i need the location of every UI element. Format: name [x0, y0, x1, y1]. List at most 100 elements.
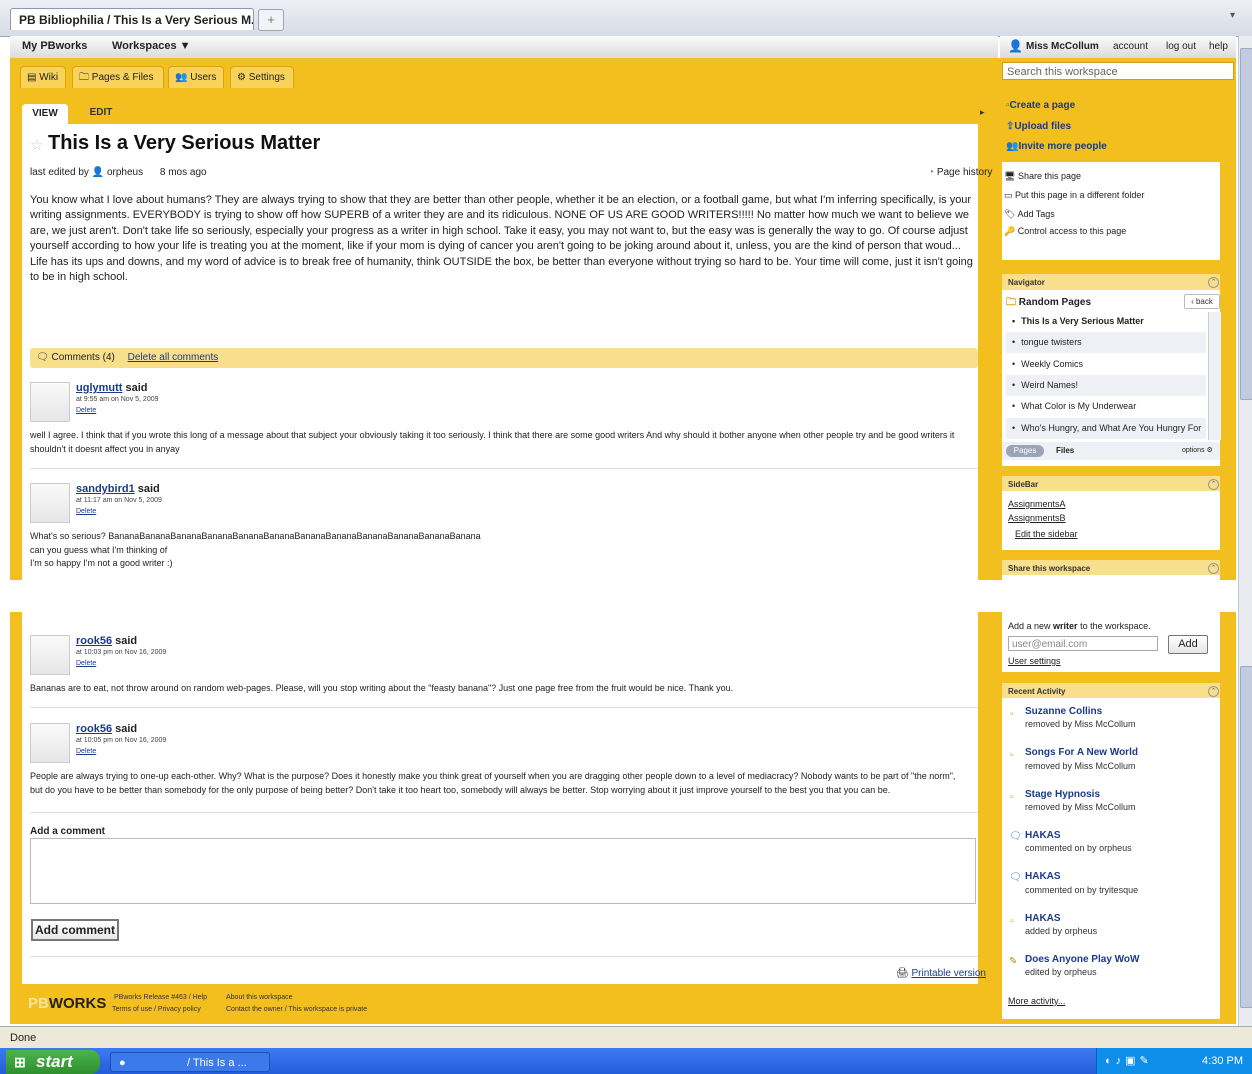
activity-title[interactable]: HAKAS — [1025, 871, 1061, 882]
collapse-icon[interactable]: ⌃ — [1208, 277, 1219, 288]
comment-text: People are always trying to one-up each-… — [30, 771, 956, 795]
recent-activity-title: Recent Activity — [1008, 687, 1066, 696]
windows-logo-icon: ⊞ — [14, 1054, 26, 1070]
footer — [10, 984, 998, 1024]
edit-sidebar-link[interactable]: Edit the sidebar — [1015, 529, 1078, 539]
about-workspace-link[interactable]: About this workspace — [226, 994, 293, 1001]
browser-tab[interactable]: PB Bibliophilia / This Is a Very Serious… — [10, 8, 254, 30]
collapse-icon[interactable]: ⌃ — [1208, 563, 1219, 574]
comment-text: What's so serious? BananaBananaBananaBan… — [30, 531, 481, 568]
comment-textarea[interactable] — [30, 838, 976, 904]
navigator-pages-toggle[interactable]: Pages — [1006, 445, 1044, 457]
printable-version-link[interactable]: 🖨 Printable version — [896, 968, 986, 979]
workspaces-dropdown[interactable]: Workspaces ▼ — [112, 40, 191, 52]
navigator-folder[interactable]: 🗀 Random Pages — [1006, 295, 1091, 312]
collapse-arrow-icon[interactable]: ▸ — [980, 107, 985, 118]
view-tab[interactable]: VIEW — [22, 104, 68, 124]
activity-detail: removed by Miss McCollum — [1025, 761, 1136, 771]
tab-list-dropdown-icon[interactable]: ▾ — [1230, 10, 1246, 28]
activity-title[interactable]: Songs For A New World — [1025, 747, 1138, 758]
pbworks-logo[interactable]: PBWORKS — [28, 995, 106, 1012]
navigator-scrollbar[interactable] — [1208, 312, 1221, 440]
tab-pages-files[interactable]: 🗀 Pages & Files — [72, 66, 164, 88]
navigator-files-toggle[interactable]: Files — [1056, 446, 1074, 455]
collapse-icon[interactable]: ⌃ — [1208, 686, 1219, 697]
comment-author: rook56 said — [76, 635, 138, 647]
start-button[interactable]: ⊞ start — [6, 1050, 100, 1074]
tray-icons[interactable]: ◐♪▣✎ — [1105, 1055, 1153, 1067]
release-help-link[interactable]: PBworks Release #463 / Help — [114, 994, 207, 1001]
workspace-search-input[interactable]: Search this workspace — [1002, 62, 1234, 80]
activity-title[interactable]: Stage Hypnosis — [1025, 789, 1100, 800]
account-link[interactable]: account — [1113, 41, 1148, 52]
terms-privacy-link[interactable]: Terms of use / Privacy policy — [112, 1006, 201, 1013]
create-page-link[interactable]: ▫Create a page — [1006, 100, 1075, 111]
navigator-item[interactable]: • This Is a Very Serious Matter — [1006, 311, 1206, 332]
star-icon[interactable]: ☆ — [30, 136, 43, 154]
activity-title[interactable]: HAKAS — [1025, 913, 1061, 924]
new-tab-button[interactable]: + — [258, 9, 284, 31]
comments-count[interactable]: Comments (4) — [51, 352, 114, 363]
firefox-icon: ● — [119, 1057, 126, 1069]
page-content — [22, 612, 978, 984]
page-scrollbar[interactable] — [1238, 36, 1252, 1026]
navigator-item[interactable]: • tongue twisters — [1006, 332, 1206, 353]
tab-wiki[interactable]: ▤ Wiki — [20, 66, 66, 88]
comment-author: rook56 said — [76, 723, 138, 735]
tab-settings[interactable]: ⚙ Settings — [230, 66, 294, 88]
activity-title[interactable]: Suzanne Collins — [1025, 706, 1102, 717]
share-workspace-title: Share this workspace — [1008, 564, 1091, 573]
clock-icon: ◔ — [928, 167, 937, 178]
sidebar-box-title: SideBar — [1008, 480, 1039, 489]
upload-files-link[interactable]: ⇪Upload files — [1006, 121, 1071, 132]
delete-comment-link[interactable]: Delete — [76, 407, 96, 414]
move-page-link[interactable]: ▭ Put this page in a different folder — [1004, 190, 1144, 201]
logout-link[interactable]: log out — [1166, 41, 1196, 52]
page-body: You know what I love about humans? They … — [30, 194, 973, 284]
navigator-item[interactable]: • What Color is My Underwear — [1006, 396, 1206, 417]
tab-users[interactable]: 👥 Users — [168, 66, 224, 88]
divider — [30, 956, 978, 957]
more-activity-link[interactable]: More activity... — [1008, 996, 1065, 1006]
comment-author: sandybird1 said — [76, 483, 160, 495]
activity-title[interactable]: Does Anyone Play WoW — [1025, 954, 1139, 965]
collapse-icon[interactable]: ⌃ — [1208, 479, 1219, 490]
navigator-options[interactable]: options ⚙ — [1182, 446, 1213, 454]
activity-detail: edited by orpheus — [1025, 967, 1097, 977]
scrollbar-thumb[interactable] — [1240, 48, 1252, 400]
invite-people-link[interactable]: 👥Invite more people — [1006, 141, 1107, 152]
last-editor-link[interactable]: orpheus — [107, 167, 143, 178]
user-settings-link[interactable]: User settings — [1008, 656, 1061, 666]
delete-all-comments-link[interactable]: Delete all comments — [128, 352, 219, 363]
navigator-item[interactable]: • Weekly Comics — [1006, 354, 1206, 375]
navigator-item[interactable]: • Weird Names! — [1006, 375, 1206, 396]
add-comment-button[interactable]: Add comment — [31, 919, 119, 941]
delete-comment-link[interactable]: Delete — [76, 748, 96, 755]
activity-title[interactable]: HAKAS — [1025, 830, 1061, 841]
page-meta: last edited by 👤 orpheus 8 mos ago — [30, 167, 207, 178]
divider — [30, 468, 978, 469]
navigator-item[interactable]: • Who's Hungry, and What Are You Hungry F… — [1006, 418, 1206, 439]
my-pbworks-link[interactable]: My PBworks — [22, 40, 87, 52]
share-page-link[interactable]: 🖥 Share this page — [1004, 171, 1081, 182]
avatar — [30, 483, 70, 523]
navigator-back-button[interactable]: ‹ back — [1184, 294, 1220, 309]
delete-comment-link[interactable]: Delete — [76, 508, 96, 515]
edit-tab[interactable]: EDIT — [78, 104, 124, 124]
control-access-link[interactable]: 🔑 Control access to this page — [1004, 226, 1126, 237]
taskbar-window-button[interactable]: ● / This Is a ... — [110, 1052, 270, 1072]
activity-detail: commented on by orpheus — [1025, 843, 1132, 853]
add-tags-link[interactable]: 🏷 Add Tags — [1004, 209, 1055, 220]
navigator-title: Navigator — [1008, 278, 1045, 287]
contact-owner-link[interactable]: Contact the owner / This workspace is pr… — [226, 1006, 367, 1013]
scrollbar-thumb[interactable] — [1240, 666, 1252, 1008]
delete-comment-link[interactable]: Delete — [76, 660, 96, 667]
assignments-a-link[interactable]: AssignmentsA — [1008, 499, 1066, 509]
assignments-b-link[interactable]: AssignmentsB — [1008, 513, 1066, 523]
user-name[interactable]: Miss McCollum — [1026, 41, 1099, 52]
invite-email-input[interactable]: user@email.com — [1008, 636, 1158, 651]
tag-icon: 🏷 — [1004, 209, 1018, 219]
page-history-link[interactable]: ◔ Page history — [928, 167, 992, 178]
help-link[interactable]: help — [1209, 41, 1228, 52]
invite-add-button[interactable]: Add — [1168, 635, 1208, 654]
